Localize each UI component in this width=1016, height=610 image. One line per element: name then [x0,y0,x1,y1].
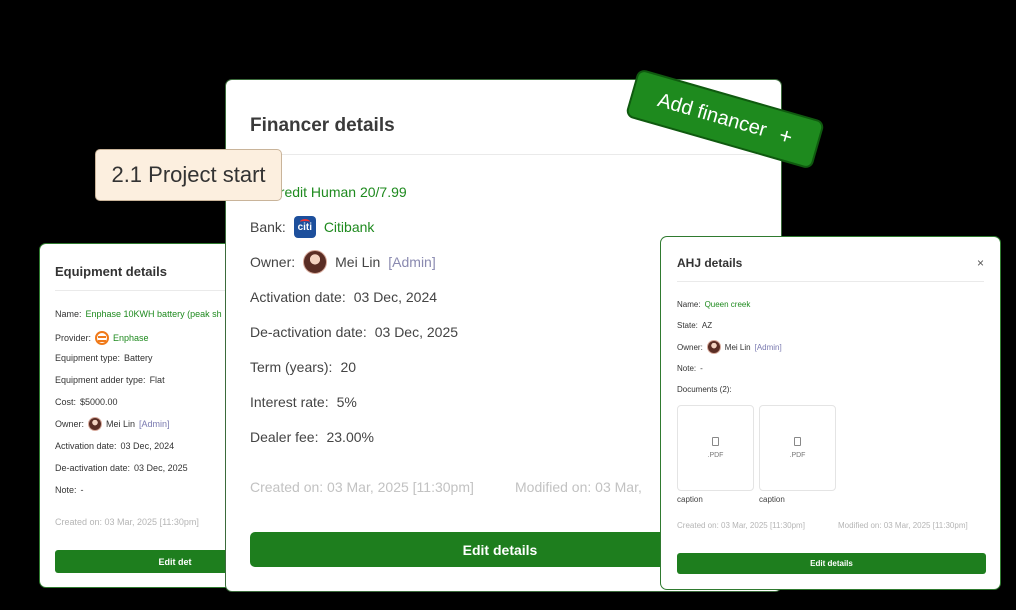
equipment-note-value: - [80,485,84,495]
financer-term-value: 20 [340,359,357,375]
close-icon[interactable]: × [977,256,984,270]
equipment-created-on: Created on: 03 Mar, 2025 [11:30pm] [55,517,199,527]
financer-deactivation-value: 03 Dec, 2025 [374,324,459,340]
financer-created-on: Created on: 03 Mar, 2025 [11:30pm] [250,479,474,495]
financer-dealer-value: 23.00% [326,429,374,445]
equipment-type-value: Battery [124,353,153,363]
equipment-type-label: Equipment type: [55,353,121,363]
document-thumbnail[interactable]: .PDF [677,405,754,491]
divider [250,154,757,155]
avatar [88,417,103,431]
ahj-owner-role: [Admin] [754,342,782,352]
file-icon [794,437,801,446]
equipment-activation-row: Activation date: 03 Dec, 2024 [55,441,174,451]
financer-activation-row: Activation date: 03 Dec, 2024 [250,289,437,305]
citibank-logo-icon: citi [293,216,316,238]
financer-term-label: Term (years): [250,359,333,375]
equipment-provider-row: Provider: Enphase [55,331,149,345]
financer-owner-label: Owner: [250,254,296,270]
financer-dealer-fee-row: Dealer fee: 23.00% [250,429,374,445]
plus-icon: + [776,122,796,150]
equipment-name-value[interactable]: Enphase 10KWH battery (peak sh [86,309,222,319]
ahj-state-label: State: [677,321,698,330]
document-thumbnail[interactable]: .PDF [759,405,836,491]
ahj-documents-label: Documents (2): [677,385,732,394]
equipment-cost-label: Cost: [55,397,77,407]
ahj-note-value: - [700,364,703,373]
financer-term-row: Term (years): 20 [250,359,356,375]
enphase-logo-icon [95,331,110,345]
ahj-name-label: Name: [677,300,701,309]
ahj-edit-details-button[interactable]: Edit details [677,553,986,574]
equipment-adder-label: Equipment adder type: [55,375,146,385]
equipment-owner-label: Owner: [55,419,85,429]
financer-modified-on: Modified on: 03 Mar, [515,479,642,495]
ahj-state-row: State: AZ [677,321,712,330]
ahj-name-row: Name: Queen creek [677,300,750,309]
equipment-cost-row: Cost: $5000.00 [55,397,118,407]
ahj-name-value[interactable]: Queen creek [705,300,751,309]
ahj-documents-count: Documents (2): [677,385,732,394]
divider [55,290,255,291]
financer-owner-role: [Admin] [388,254,436,270]
document-extension: .PDF [707,452,724,459]
equipment-adder-row: Equipment adder type: Flat [55,375,165,385]
equipment-owner-role: [Admin] [139,419,170,429]
ahj-note-label: Note: [677,364,697,373]
avatar [706,340,721,354]
financer-dealer-label: Dealer fee: [250,429,319,445]
document-extension: .PDF [789,452,806,459]
file-icon [712,437,719,446]
equipment-adder-value: Flat [149,375,165,385]
ahj-owner-row: Owner: Mei Lin [Admin] [677,340,782,354]
financer-title: Financer details [250,115,395,136]
financer-bank-row: Bank: citi Citibank [250,216,374,238]
equipment-activation-value: 03 Dec, 2024 [120,441,175,451]
avatar [303,250,328,274]
equipment-owner-row: Owner: Mei Lin [Admin] [55,417,170,431]
ahj-state-value: AZ [701,321,713,330]
equipment-cost-value: $5000.00 [80,397,118,407]
equipment-note-row: Note: - [55,485,84,495]
ahj-modified-on: Modified on: 03 Mar, 2025 [11:30pm] [838,521,968,530]
equipment-title: Equipment details [55,264,167,279]
financer-interest-label: Interest rate: [250,394,329,410]
financer-bank-value[interactable]: Citibank [324,219,375,235]
equipment-name-row: Name: Enphase 10KWH battery (peak sh [55,309,222,319]
ahj-note-row: Note: - [677,364,703,373]
financer-activation-value: 03 Dec, 2024 [353,289,438,305]
financer-deactivation-row: De-activation date: 03 Dec, 2025 [250,324,458,340]
ahj-details-card: AHJ details × Name: Queen creek State: A… [661,237,1000,589]
financer-name-value[interactable]: Credit Human 20/7.99 [270,184,407,200]
ahj-owner-name: Mei Lin [724,342,751,352]
ahj-owner-label: Owner: [677,342,703,352]
financer-interest-row: Interest rate: 5% [250,394,357,410]
equipment-name-label: Name: [55,309,82,319]
equipment-deactivation-label: De-activation date: [55,463,131,473]
equipment-activation-label: Activation date: [55,441,117,451]
financer-interest-value: 5% [336,394,357,410]
equipment-note-label: Note: [55,485,77,495]
equipment-type-row: Equipment type: Battery [55,353,153,363]
financer-bank-label: Bank: [250,219,286,235]
document-caption: caption [759,495,785,504]
equipment-provider-label: Provider: [55,333,92,343]
equipment-owner-name: Mei Lin [106,419,136,429]
document-caption: caption [677,495,703,504]
equipment-deactivation-value: 03 Dec, 2025 [134,463,188,473]
project-start-label: 2.1 Project start [96,150,281,200]
ahj-title: AHJ details [677,256,743,270]
financer-owner-row: Owner: Mei Lin [Admin] [250,250,436,274]
financer-activation-label: Activation date: [250,289,346,305]
financer-deactivation-label: De-activation date: [250,324,367,340]
financer-owner-name: Mei Lin [335,254,381,270]
divider [677,281,984,282]
equipment-deactivation-row: De-activation date: 03 Dec, 2025 [55,463,188,473]
equipment-provider-value[interactable]: Enphase [113,333,149,343]
ahj-created-on: Created on: 03 Mar, 2025 [11:30pm] [677,521,805,530]
